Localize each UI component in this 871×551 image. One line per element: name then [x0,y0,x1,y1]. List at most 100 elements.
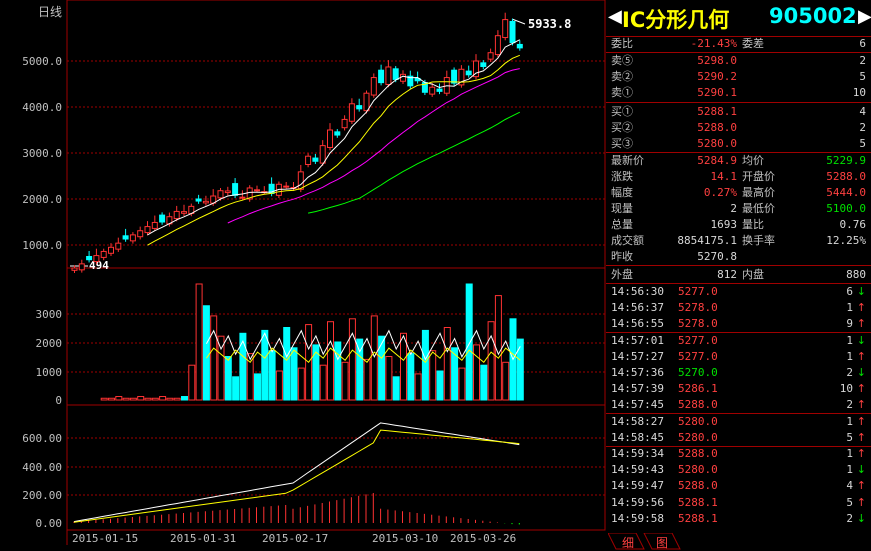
trade-tick-row: 14:58:45 5280.0 5 ↑ [606,430,871,446]
price-tick: 5000.0 [22,55,62,68]
stat-value: 0.27% [703,186,737,199]
arrow-up-icon: ↑ [856,317,866,331]
bid-price: 5288.0 [697,121,737,134]
trade-tick-row: 14:57:27 5277.0 1 ↑ [606,349,871,365]
prev-close-label: 昨收 [611,250,633,263]
volume-bar [122,397,130,401]
arrow-up-icon: ↑ [856,430,866,444]
bid-row: 买③ 5280.0 5 [606,136,871,152]
stat-label: 现量 [611,202,633,215]
volume-tick: 2000 [36,337,63,350]
volume-tick: 3000 [36,308,63,321]
candle-body [319,145,326,164]
tick-volume: 2 [846,366,853,379]
candle-body [195,198,202,202]
candle-body [151,221,158,229]
bottom-tabs: 细 图 [608,533,688,550]
ask-price: 5290.2 [697,70,737,83]
stat-value: 5284.9 [697,154,737,167]
arrow-up-icon: ↑ [856,447,866,460]
volume-bar [115,396,123,401]
indicator-histogram [73,492,520,525]
ask-volume: 2 [859,54,866,67]
stat-row: 现量 2 最低价 5100.0 [606,201,871,217]
trade-tick-row: 14:59:34 5288.0 1 ↑ [606,446,871,462]
inner-volume-value: 880 [846,268,866,281]
trade-tick-list[interactable]: 14:56:30 5277.0 6 ↓ 14:56:37 5278.0 1 ↑ 14:56:55… [606,284,871,529]
ask-volume: 5 [859,70,866,83]
kline-chart[interactable]: 日线 5000.0 4000.0 3000.0 2000.0 1000.0 30… [0,0,606,550]
stat-label: 最高价 [742,186,775,199]
volume-bar [108,397,115,401]
volume-bar [210,315,218,401]
volume-bar [348,318,356,401]
volume-bar [202,305,210,401]
stat-value: 5100.0 [826,202,866,215]
arrow-up-icon: ↑ [856,382,866,396]
price-tick: 3000.0 [22,147,62,160]
order-ratio-value: -21.43% [690,37,737,50]
tick-price: 5278.0 [678,317,718,331]
tick-time: 14:59:34 [611,447,664,460]
volume-bar [363,358,371,401]
tick-time: 14:57:27 [611,349,664,363]
arrow-up-icon: ↑ [856,495,866,509]
volume-bar [254,373,261,401]
volume-bar [261,329,269,401]
tick-time: 14:57:39 [611,382,664,396]
candle-body [115,242,122,250]
trade-tick-row: 14:57:01 5277.0 1 ↓ [606,333,871,349]
candle-body [202,200,209,204]
candle-body [509,20,516,44]
tick-price: 5286.1 [678,382,718,396]
candle-body [86,256,93,261]
trade-tick-row: 14:57:36 5270.0 2 ↓ [606,365,871,381]
stat-label: 幅度 [611,186,633,199]
tab-detail[interactable]: 细 [622,534,634,551]
candle-body [502,19,509,39]
arrow-up-icon: ↑ [856,349,866,363]
tab-chart[interactable]: 图 [656,534,668,551]
candle-body [239,196,246,199]
volume-bar [239,332,247,401]
next-arrow-icon[interactable]: ▶ [858,6,871,27]
candle-body [334,131,341,136]
price-tick: 2000.0 [22,193,62,206]
volume-bar [436,370,444,401]
tick-volume: 1 [846,414,853,428]
bid-row: 买② 5288.0 2 [606,120,871,136]
candle-body [451,69,458,84]
volume-bar [319,364,327,401]
volume-bar [465,283,473,401]
instrument-name: IC分形几何 [622,8,730,32]
tick-price: 5277.0 [678,285,718,298]
prev-arrow-icon[interactable]: ◀ [608,6,622,27]
stat-label: 涨跌 [611,170,633,183]
trade-tick-row: 14:56:55 5278.0 9 ↑ [606,316,871,332]
candle-body [465,70,472,76]
stat-label: 成交额 [611,234,644,247]
candle-body [378,69,385,84]
quote-header: ◀ IC分形几何 905002 ▶ [606,0,871,37]
candle-body [108,246,114,254]
candle-body [283,185,290,188]
volume-bar [400,332,407,401]
candle-body [217,190,224,199]
indicator-tick: 200.00 [22,489,62,502]
indicator-tick: 600.00 [22,432,62,445]
stat-label: 最低价 [742,202,775,215]
peak-label: 5933.8 [528,17,571,31]
ask-label: 卖⑤ [611,54,633,67]
trade-tick-row: 14:57:39 5286.1 10 ↑ [606,381,871,397]
stat-label: 换手率 [742,234,775,247]
candle-body [494,35,501,56]
trade-tick-row: 14:59:58 5288.1 2 ↓ [606,511,871,527]
candle-body [100,250,107,258]
volume-tick: 1000 [36,366,63,379]
candle-body [487,52,494,60]
candle-body [436,88,443,92]
volume-bar [159,396,167,401]
volume-bar [421,329,429,401]
volume-bar [370,315,378,401]
volume-tick: 0 [55,394,62,407]
